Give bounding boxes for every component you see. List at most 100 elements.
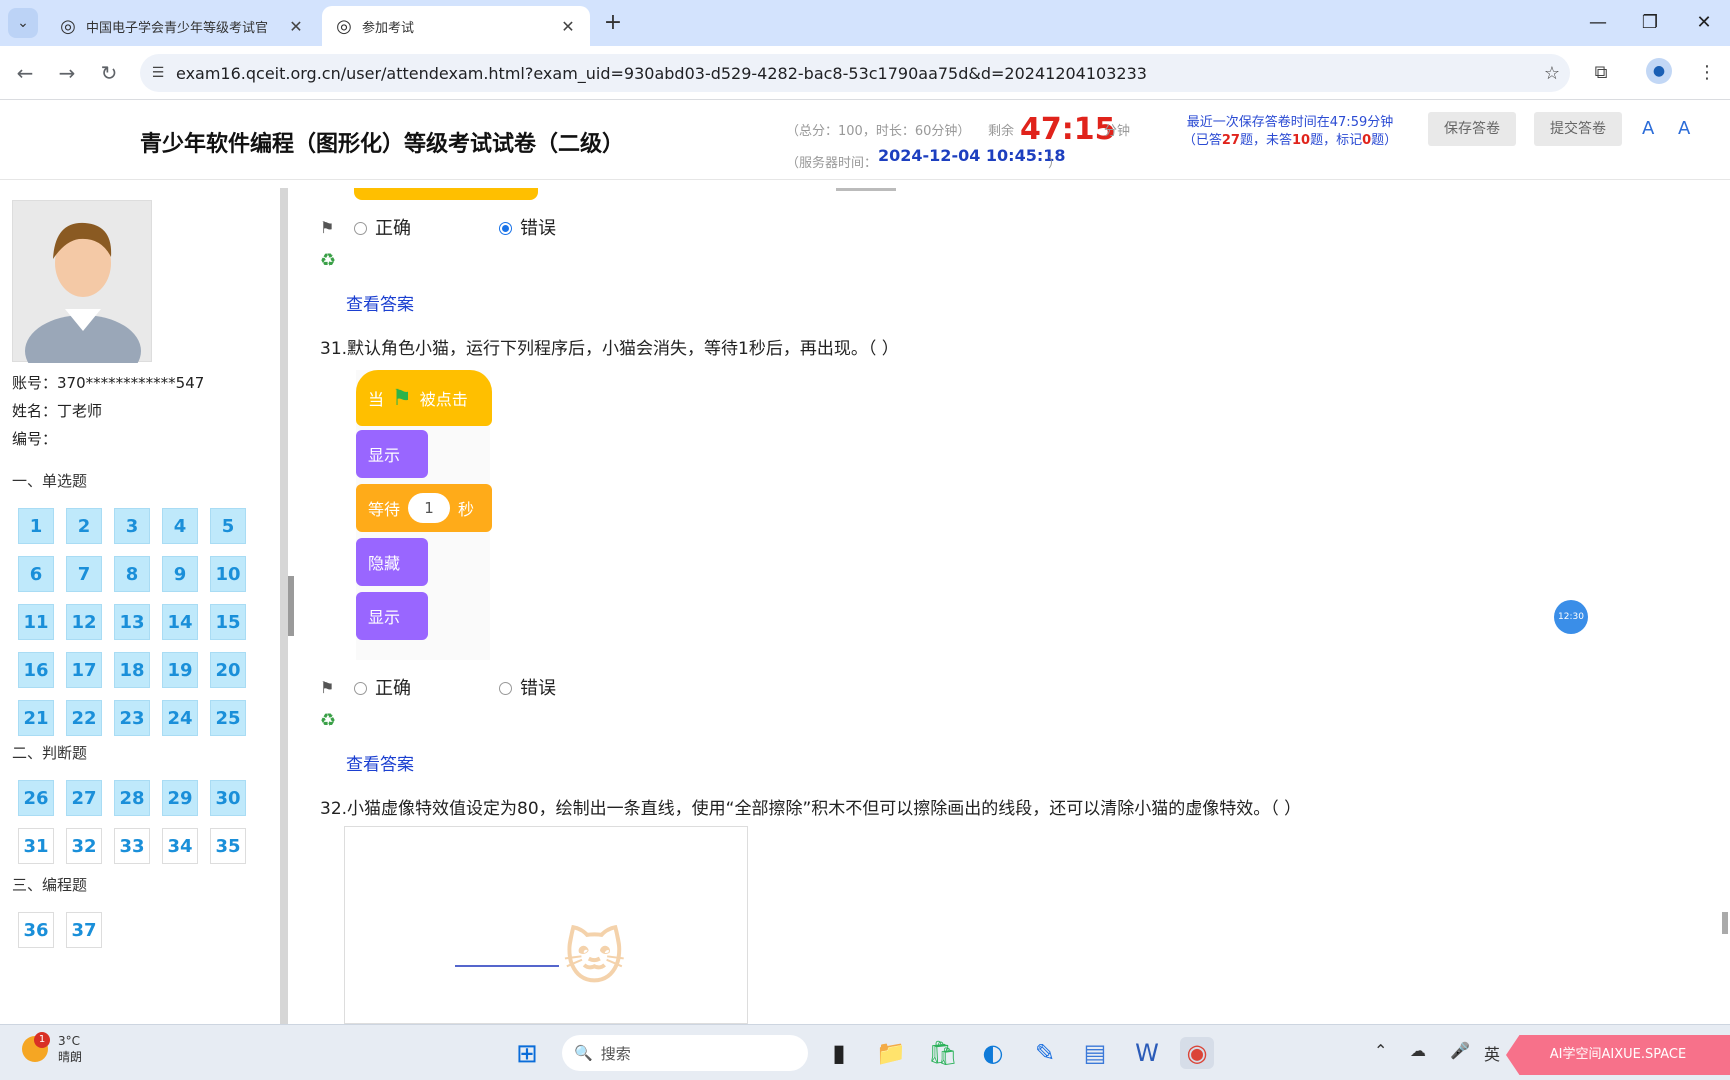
question-nav-17[interactable]: 17 [66, 652, 102, 688]
chevron-down-icon: ⌄ [17, 15, 29, 31]
block-show: 显示 [356, 592, 428, 640]
flag-mark-icon[interactable]: ⚑ [320, 678, 344, 697]
taskbar-search[interactable]: 🔍 搜索 [562, 1035, 808, 1071]
q31-options: ⚑ 正确 错误 [320, 674, 556, 700]
flag-mark-icon[interactable]: ⚑ [320, 218, 344, 237]
question-nav-1[interactable]: 1 [18, 508, 54, 544]
q31-view-answer-link[interactable]: 查看答案 [346, 750, 414, 775]
image-scrollbar[interactable] [836, 188, 896, 191]
main-scrollbar[interactable] [1722, 912, 1728, 934]
question-nav-19[interactable]: 19 [162, 652, 198, 688]
close-window-button[interactable]: ✕ [1684, 8, 1724, 38]
q30-radio-true[interactable] [354, 221, 367, 235]
font-size-icon[interactable]: A [1642, 118, 1654, 139]
close-icon[interactable]: ✕ [286, 17, 306, 36]
tab-search-dropdown[interactable]: ⌄ [8, 8, 38, 38]
question-nav-21[interactable]: 21 [18, 700, 54, 736]
submit-answers-button[interactable]: 提交答卷 [1534, 112, 1622, 146]
q31-radio-true[interactable] [354, 681, 367, 695]
score-info: （总分：100，时长：60分钟） [786, 124, 971, 139]
weather-widget[interactable]: 1 3°C 晴朗 [22, 1032, 82, 1065]
question-nav-14[interactable]: 14 [162, 604, 198, 640]
refresh-icon[interactable]: ♻ [320, 250, 336, 271]
question-nav-4[interactable]: 4 [162, 508, 198, 544]
back-button[interactable]: ← [10, 58, 40, 88]
question-nav-12[interactable]: 12 [66, 604, 102, 640]
notepad-icon[interactable]: ▤ [1078, 1037, 1112, 1069]
save-answers-button[interactable]: 保存答卷 [1428, 112, 1516, 146]
question-nav-24[interactable]: 24 [162, 700, 198, 736]
question-nav-7[interactable]: 7 [66, 556, 102, 592]
word-icon[interactable]: W [1130, 1037, 1164, 1069]
question-nav-2[interactable]: 2 [66, 508, 102, 544]
new-tab-button[interactable]: + [600, 10, 626, 36]
q31-radio-false[interactable] [499, 681, 512, 695]
question-nav-27[interactable]: 27 [66, 780, 102, 816]
font-size-small-icon[interactable]: A [1678, 118, 1690, 139]
question-nav-18[interactable]: 18 [114, 652, 150, 688]
reload-button[interactable]: ↻ [94, 58, 124, 88]
question-nav-36[interactable]: 36 [18, 912, 54, 948]
store-icon[interactable]: 🛍 [926, 1037, 960, 1069]
refresh-icon[interactable]: ♻ [320, 710, 336, 731]
question-nav-9[interactable]: 9 [162, 556, 198, 592]
question-nav-3[interactable]: 3 [114, 508, 150, 544]
question-nav-23[interactable]: 23 [114, 700, 150, 736]
question-nav-11[interactable]: 11 [18, 604, 54, 640]
chevron-up-icon[interactable]: ⌃ [1374, 1041, 1387, 1060]
question-nav-31[interactable]: 31 [18, 828, 54, 864]
restore-button[interactable]: ❐ [1630, 8, 1670, 38]
question-nav-30[interactable]: 30 [210, 780, 246, 816]
forward-button[interactable]: → [52, 58, 82, 88]
question-nav-29[interactable]: 29 [162, 780, 198, 816]
question-nav-22[interactable]: 22 [66, 700, 102, 736]
windows-start-icon[interactable]: ⊞ [516, 1039, 538, 1069]
file-explorer-icon[interactable]: 📁 [874, 1037, 908, 1069]
question-nav-5[interactable]: 5 [210, 508, 246, 544]
name-row: 姓名：丁老师 [12, 400, 102, 421]
floating-clock-badge[interactable]: 12:30 [1554, 600, 1588, 634]
tab-qceit-home[interactable]: ◎ 中国电子学会青少年等级考试官 ✕ [46, 6, 318, 46]
question-nav-32[interactable]: 32 [66, 828, 102, 864]
question-nav-16[interactable]: 16 [18, 652, 54, 688]
profile-button[interactable]: ● [1646, 58, 1676, 88]
question-nav-35[interactable]: 35 [210, 828, 246, 864]
sidebar-scrollbar[interactable] [288, 576, 294, 636]
globe-icon: ◎ [336, 15, 352, 37]
ime-indicator[interactable]: 英 [1484, 1041, 1500, 1065]
microphone-icon[interactable]: 🎤 [1450, 1041, 1470, 1060]
question-nav-20[interactable]: 20 [210, 652, 246, 688]
account-label: 账号： [12, 374, 58, 392]
menu-icon[interactable]: ⋮ [1692, 58, 1722, 88]
address-bar[interactable]: ☰ exam16.qceit.org.cn/user/attendexam.ht… [140, 54, 1570, 92]
close-icon[interactable]: ✕ [558, 17, 578, 36]
question-nav-10[interactable]: 10 [210, 556, 246, 592]
q30-radio-false[interactable] [499, 221, 512, 235]
question-nav-8[interactable]: 8 [114, 556, 150, 592]
q30-view-answer-link[interactable]: 查看答案 [346, 290, 414, 315]
question-nav-34[interactable]: 34 [162, 828, 198, 864]
site-settings-icon[interactable]: ☰ [140, 65, 176, 81]
account-row: 账号：370************547 [12, 372, 204, 393]
question-nav-26[interactable]: 26 [18, 780, 54, 816]
cloud-icon[interactable]: ☁ [1410, 1041, 1426, 1060]
edge-icon[interactable]: ◐ [976, 1037, 1010, 1069]
drawn-line [455, 965, 559, 967]
question-nav-28[interactable]: 28 [114, 780, 150, 816]
question-nav-25[interactable]: 25 [210, 700, 246, 736]
question-nav-6[interactable]: 6 [18, 556, 54, 592]
bookmark-star-icon[interactable]: ☆ [1534, 63, 1570, 84]
question-nav-13[interactable]: 13 [114, 604, 150, 640]
task-view-icon[interactable]: ▮ [822, 1037, 856, 1069]
question-nav-37[interactable]: 37 [66, 912, 102, 948]
question-nav-15[interactable]: 15 [210, 604, 246, 640]
tab-attend-exam[interactable]: ◎ 参加考试 ✕ [322, 6, 590, 46]
extensions-icon[interactable]: ⧉ [1586, 58, 1616, 88]
globe-icon: ◎ [60, 15, 76, 37]
block-wait: 等待 1 秒 [356, 484, 492, 532]
q30-options: ⚑ 正确 错误 [320, 214, 556, 240]
chrome-icon[interactable]: ◉ [1180, 1037, 1214, 1069]
minimize-button[interactable]: — [1578, 8, 1618, 38]
whiteboard-icon[interactable]: ✎ [1028, 1037, 1062, 1069]
question-nav-33[interactable]: 33 [114, 828, 150, 864]
